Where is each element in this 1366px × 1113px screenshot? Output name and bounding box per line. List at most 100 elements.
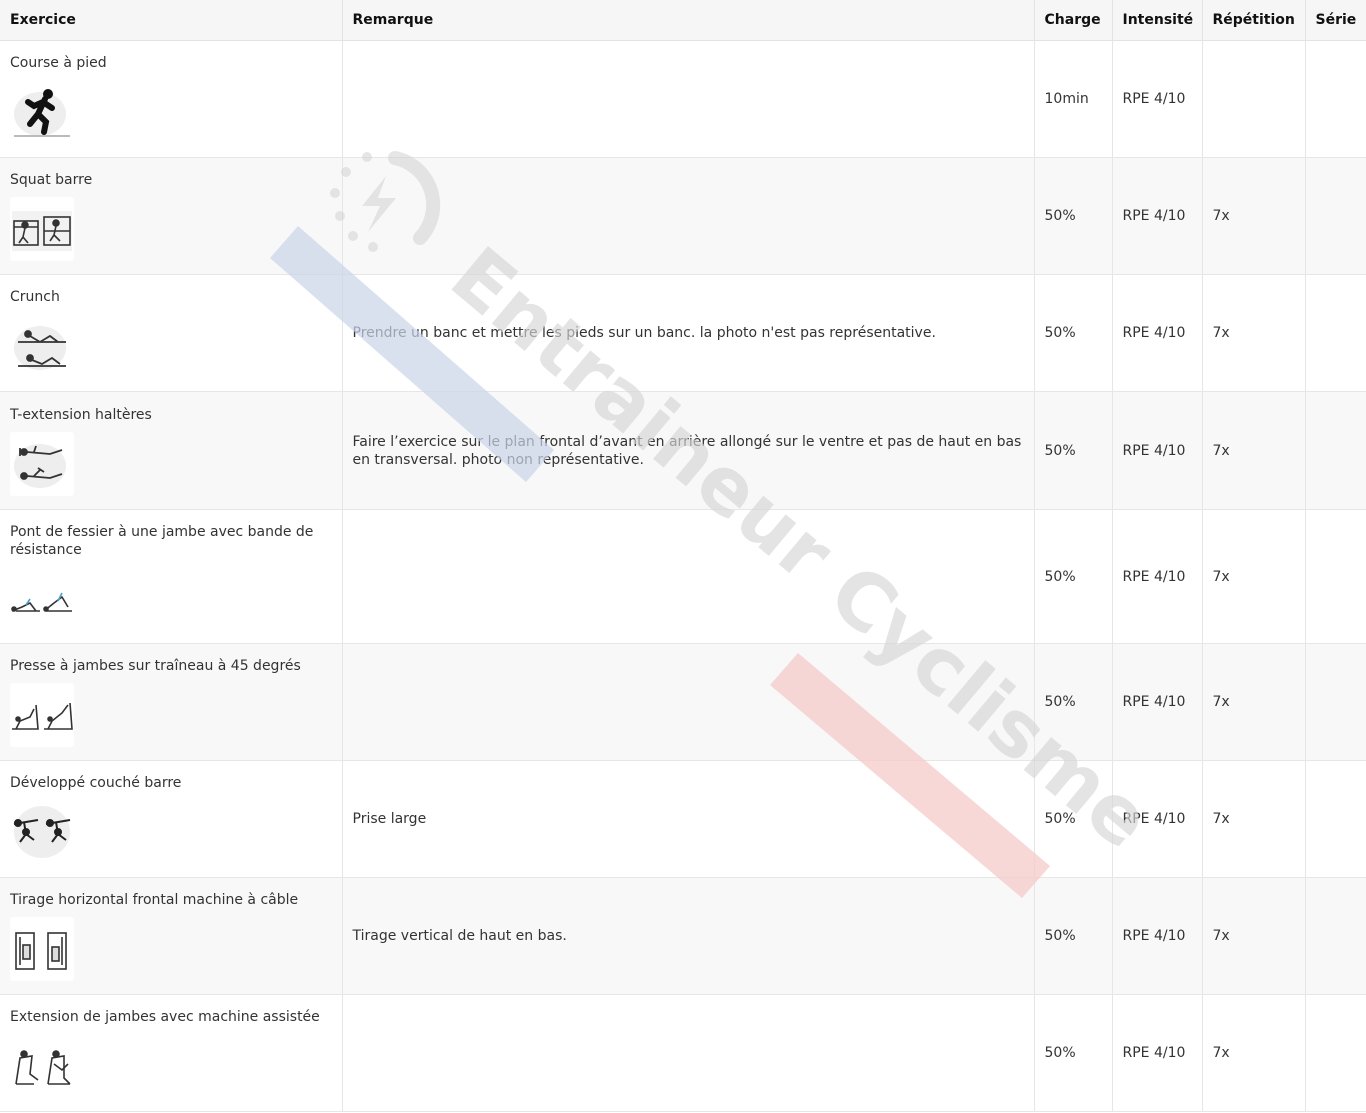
glute-bridge-icon[interactable] [10,566,74,631]
table-header-row: Exercice Remarque Charge Intensité Répét… [0,0,1366,41]
bench-press-icon[interactable] [10,800,74,864]
load-value: 50% [1044,325,1076,341]
repetition-value: 7x [1212,568,1230,585]
table-row: Presse à jambes sur traîneau à 45 degrés… [0,643,1366,761]
exercise-cell: Tirage horizontal frontal machine à câbl… [0,877,343,995]
intensity-value: RPE 4/10 [1122,694,1186,710]
load-cell: 50% [1034,994,1113,1112]
exercise-cell: Développé couché barre [0,760,343,878]
intensity-value: RPE 4/10 [1122,325,1186,341]
header-series[interactable]: Série [1305,0,1366,41]
series-cell [1305,877,1366,995]
remark-cell [342,643,1035,761]
table-row: T-extension haltères Faire l’exercice su… [0,391,1366,510]
repetition-cell: 7x [1202,760,1306,878]
load-value: 50% [1044,811,1076,827]
repetition-cell: 7x [1202,391,1306,510]
exercise-name: Squat barre [10,172,93,188]
exercise-name: Course à pied [10,55,107,71]
remark-text: Prise large [352,811,427,827]
header-exercise[interactable]: Exercice [0,0,343,41]
repetition-cell [1202,40,1306,158]
crunch-icon[interactable] [10,314,74,378]
series-cell [1305,994,1366,1112]
load-value: 10min [1044,91,1089,107]
remark-text: Prendre un banc et mettre les pieds sur … [352,325,936,341]
series-cell [1305,157,1366,275]
leg-press-icon[interactable] [10,683,74,747]
cable-row-machine-icon[interactable] [10,917,74,981]
workout-table: Exercice Remarque Charge Intensité Répét… [0,0,1366,1112]
repetition-cell: 7x [1202,509,1306,644]
intensity-cell: RPE 4/10 [1112,760,1203,878]
remark-cell [342,509,1035,644]
exercise-name: T-extension haltères [10,406,152,423]
exercise-name: Tirage horizontal frontal machine à câbl… [10,892,299,908]
running-figure-icon[interactable] [10,80,74,144]
exercise-cell: Squat barre [0,157,343,275]
header-load[interactable]: Charge [1034,0,1113,41]
load-value: 50% [1044,442,1076,459]
remark-cell: Tirage vertical de haut en bas. [342,877,1035,995]
exercise-name: Développé couché barre [10,775,182,791]
load-value: 50% [1044,694,1076,710]
load-cell: 50% [1034,391,1113,510]
repetition-cell: 7x [1202,877,1306,995]
intensity-cell: RPE 4/10 [1112,274,1203,392]
remark-cell [342,157,1035,275]
intensity-value: RPE 4/10 [1122,91,1186,107]
repetition-value: 7x [1212,811,1230,827]
intensity-cell: RPE 4/10 [1112,40,1203,158]
header-repetition[interactable]: Répétition [1202,0,1306,41]
load-value: 50% [1044,568,1076,585]
series-cell [1305,643,1366,761]
intensity-value: RPE 4/10 [1122,928,1186,944]
intensity-cell: RPE 4/10 [1112,877,1203,995]
load-cell: 50% [1034,643,1113,761]
exercise-cell: Extension de jambes avec machine assisté… [0,994,343,1112]
intensity-value: RPE 4/10 [1122,1045,1186,1061]
leg-extension-machine-icon[interactable] [10,1034,74,1098]
intensity-value: RPE 4/10 [1122,442,1186,459]
header-intensity[interactable]: Intensité [1112,0,1203,41]
dumbbell-extension-icon[interactable] [10,431,74,496]
remark-cell [342,40,1035,158]
intensity-cell: RPE 4/10 [1112,509,1203,644]
exercise-name: Crunch [10,289,60,305]
repetition-cell: 7x [1202,274,1306,392]
barbell-squat-icon[interactable] [10,197,74,261]
repetition-value: 7x [1212,442,1230,459]
remark-cell: Prendre un banc et mettre les pieds sur … [342,274,1035,392]
intensity-value: RPE 4/10 [1122,811,1186,827]
exercise-name: Presse à jambes sur traîneau à 45 degrés [10,658,301,674]
exercise-cell: Crunch [0,274,343,392]
intensity-cell: RPE 4/10 [1112,391,1203,510]
load-value: 50% [1044,208,1076,224]
intensity-cell: RPE 4/10 [1112,643,1203,761]
intensity-cell: RPE 4/10 [1112,157,1203,275]
series-cell [1305,274,1366,392]
table-row: Tirage horizontal frontal machine à câbl… [0,877,1366,995]
series-cell [1305,391,1366,510]
repetition-value: 7x [1212,208,1230,224]
table-row: Squat barre 50% RPE 4/10 7x [0,157,1366,275]
repetition-cell: 7x [1202,994,1306,1112]
remark-text: Tirage vertical de haut en bas. [352,928,567,944]
exercise-cell: Course à pied [0,40,343,158]
remark-text: Faire l’exercice sur le plan frontal d’a… [352,433,1022,468]
load-cell: 50% [1034,274,1113,392]
exercise-name: Pont de fessier à une jambe avec bande d… [10,523,314,558]
header-remark[interactable]: Remarque [342,0,1035,41]
remark-cell: Faire l’exercice sur le plan frontal d’a… [342,391,1035,510]
table-row: Course à pied 10min RPE 4/10 [0,40,1366,158]
intensity-cell: RPE 4/10 [1112,994,1203,1112]
remark-cell [342,994,1035,1112]
table-row: Pont de fessier à une jambe avec bande d… [0,509,1366,644]
table-row: Développé couché barre Prise large 50% R… [0,760,1366,878]
series-cell [1305,40,1366,158]
load-cell: 10min [1034,40,1113,158]
series-cell [1305,760,1366,878]
load-value: 50% [1044,928,1076,944]
remark-cell: Prise large [342,760,1035,878]
load-cell: 50% [1034,509,1113,644]
